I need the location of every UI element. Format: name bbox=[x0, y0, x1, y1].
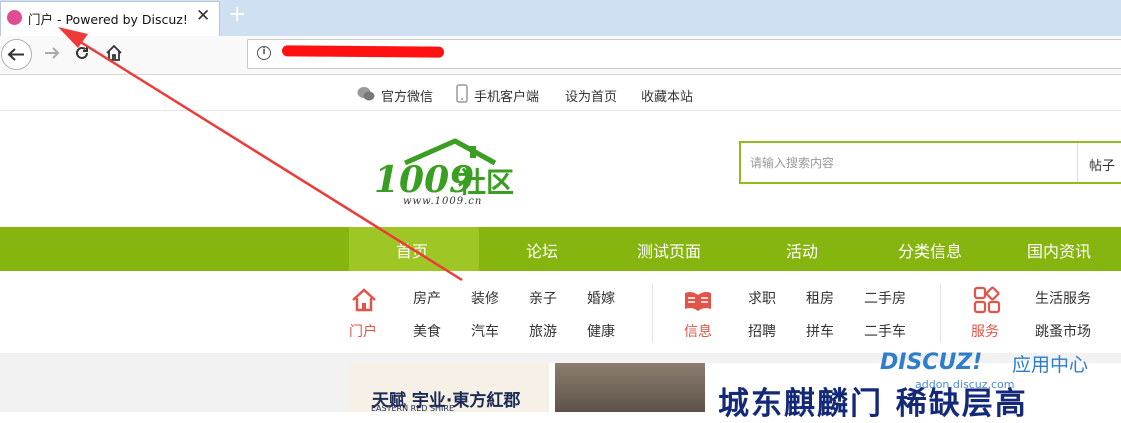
nav-item-activity[interactable]: 活动 bbox=[786, 238, 818, 262]
subnav-link-food[interactable]: 美食 bbox=[413, 321, 441, 341]
subnav-category-portal[interactable]: 门户 bbox=[349, 321, 377, 341]
home-icon[interactable] bbox=[104, 43, 124, 63]
subnav-link-carpool[interactable]: 拼车 bbox=[806, 321, 834, 341]
subnav-category-info[interactable]: 信息 bbox=[684, 321, 712, 341]
redacted-url-scribble bbox=[281, 45, 445, 58]
search-divider bbox=[1077, 143, 1078, 182]
subnav-link-parenting[interactable]: 亲子 bbox=[529, 288, 557, 308]
discuz-watermark-url: addon.discuz.com bbox=[915, 378, 1015, 391]
toplink-wechat[interactable]: 官方微信 bbox=[381, 86, 433, 105]
subnav-link-used-cars[interactable]: 二手车 bbox=[864, 321, 906, 341]
discuz-watermark-text: 应用中心 bbox=[1012, 354, 1089, 376]
nav-item-test-page[interactable]: 测试页面 bbox=[637, 238, 701, 262]
subnav-link-travel[interactable]: 旅游 bbox=[529, 321, 557, 341]
subnav-link-cars[interactable]: 汽车 bbox=[471, 321, 499, 341]
banner-building-image bbox=[555, 363, 705, 412]
nav-item-forum[interactable]: 论坛 bbox=[526, 238, 558, 262]
site-info-icon[interactable]: i bbox=[257, 46, 271, 60]
subnav-divider bbox=[652, 284, 653, 342]
subnav-link-decoration[interactable]: 装修 bbox=[471, 288, 499, 308]
subnav-link-wedding[interactable]: 婚嫁 bbox=[587, 288, 615, 308]
subnav-link-second-hand-house[interactable]: 二手房 bbox=[864, 288, 906, 308]
wechat-icon bbox=[357, 87, 375, 101]
subnav-link-life-services[interactable]: 生活服务 bbox=[1035, 288, 1091, 308]
nav-item-domestic-news[interactable]: 国内资讯 bbox=[1027, 238, 1091, 262]
tab-close-icon[interactable]: ✕ bbox=[196, 6, 210, 26]
search-type-select[interactable]: 帖子 bbox=[1089, 155, 1115, 174]
nav-item-classified[interactable]: 分类信息 bbox=[898, 238, 962, 262]
home-icon[interactable] bbox=[350, 286, 378, 314]
logo-url: www.1009.cn bbox=[403, 196, 483, 207]
subnav-link-recruitment[interactable]: 招聘 bbox=[748, 321, 776, 341]
forward-arrow-icon[interactable] bbox=[42, 43, 62, 63]
new-tab-button[interactable]: + bbox=[228, 2, 246, 27]
subnav-link-health[interactable]: 健康 bbox=[587, 321, 615, 341]
top-links-bar bbox=[0, 75, 1121, 111]
grid-icon[interactable] bbox=[973, 286, 1001, 314]
toplink-set-homepage[interactable]: 设为首页 bbox=[565, 86, 617, 105]
back-arrow-icon bbox=[7, 48, 24, 61]
logo-text: 社区 bbox=[458, 166, 514, 199]
nav-item-home[interactable]: 首页 bbox=[396, 238, 428, 262]
subnav-link-real-estate[interactable]: 房产 bbox=[413, 288, 441, 308]
reload-icon[interactable] bbox=[73, 44, 91, 62]
discuz-favicon-icon bbox=[7, 10, 22, 25]
subnav-link-flea-market[interactable]: 跳蚤市场 bbox=[1035, 321, 1091, 341]
mobile-phone-icon bbox=[456, 84, 468, 103]
toplink-bookmark-site[interactable]: 收藏本站 bbox=[641, 86, 693, 105]
search-input[interactable]: 请输入搜索内容 bbox=[750, 154, 834, 171]
book-icon[interactable] bbox=[683, 289, 713, 313]
tab-title: 门户 - Powered by Discuz! bbox=[28, 12, 188, 27]
discuz-watermark-logo: DISCUZ! bbox=[880, 350, 983, 375]
subnav-link-rentals[interactable]: 租房 bbox=[806, 288, 834, 308]
toplink-mobile-client[interactable]: 手机客户端 bbox=[474, 86, 539, 105]
subnav-category-services[interactable]: 服务 bbox=[971, 321, 999, 341]
subnav-link-job-seeking[interactable]: 求职 bbox=[748, 288, 776, 308]
subnav-divider bbox=[940, 284, 941, 342]
back-button[interactable] bbox=[1, 39, 32, 70]
